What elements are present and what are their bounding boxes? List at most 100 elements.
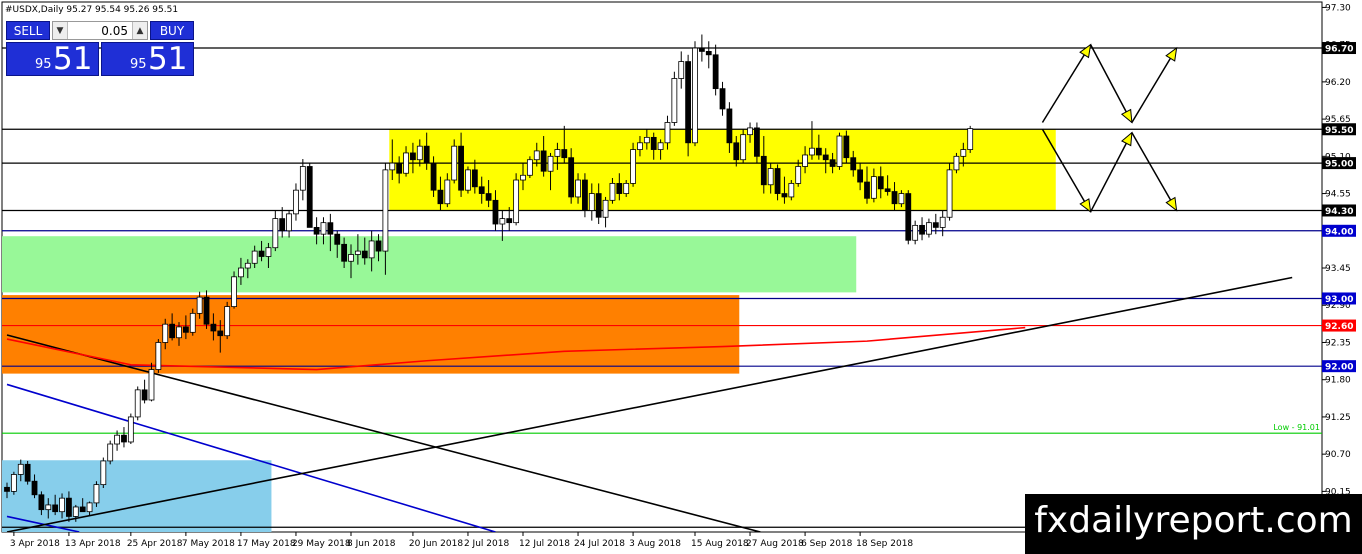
candle-body (272, 218, 279, 249)
buy-price-button[interactable]: 95 51 (101, 41, 194, 77)
x-tick-label: 3 Apr 2018 (10, 539, 60, 549)
candle-body (726, 108, 733, 144)
candle-body (31, 480, 38, 496)
y-tick-label: 94.55 (1325, 190, 1351, 200)
candle-body (121, 434, 127, 443)
candle-body (368, 240, 375, 259)
candle-body (905, 193, 912, 241)
candle-body (967, 128, 974, 150)
candle-body (540, 150, 547, 172)
candle-body (843, 135, 850, 159)
lot-size-input[interactable] (69, 22, 131, 39)
candle-body (134, 389, 141, 418)
candle-body (857, 169, 864, 183)
candle-body (561, 149, 568, 159)
buy-button[interactable]: BUY (150, 21, 194, 40)
candle-body (870, 176, 877, 199)
candle-body (169, 323, 176, 339)
candle-body (389, 162, 396, 171)
level-price-label: 94.00 (1325, 227, 1353, 237)
x-tick-label: 8 Jun 2018 (347, 539, 396, 549)
candle-body (568, 157, 575, 198)
candle-body (375, 240, 382, 252)
level-price-label: 95.00 (1325, 160, 1353, 170)
candle-body (526, 159, 533, 176)
candle-body (802, 154, 808, 167)
x-tick-label: 3 Aug 2018 (629, 539, 681, 549)
candle-body (4, 486, 10, 492)
price-chart[interactable]: 97.3096.7596.2095.6595.1094.5594.0093.45… (0, 0, 1362, 554)
candle-body (217, 330, 224, 337)
candle-body (148, 369, 155, 401)
candle-body (299, 166, 306, 191)
candle-body (554, 149, 561, 157)
candle-body (155, 342, 162, 370)
candle-body (698, 47, 705, 52)
candle-body (829, 159, 836, 167)
candle-body (114, 434, 120, 445)
candle-body (38, 494, 45, 511)
buy-price-prefix: 95 (130, 57, 147, 72)
candle-body (79, 506, 86, 513)
sell-button[interactable]: SELL (6, 21, 50, 40)
candle-body (127, 416, 134, 443)
x-tick-label: 25 Apr 2018 (127, 539, 183, 549)
candle-body (822, 154, 829, 161)
candle-body (850, 157, 857, 171)
x-tick-label: 27 Aug 2018 (746, 539, 804, 549)
candle-body (788, 183, 795, 198)
candle-body (59, 497, 65, 513)
candle-body (334, 233, 341, 245)
candle-body (774, 168, 781, 194)
candle-body (520, 174, 526, 181)
candle-body (265, 247, 272, 257)
candle-body (100, 460, 107, 486)
candle-body (176, 326, 182, 339)
candle-body (93, 484, 100, 504)
candle-body (657, 142, 664, 150)
candle-body (733, 142, 740, 161)
candle-body (485, 193, 492, 201)
candle-body (740, 134, 747, 161)
candle-body (258, 250, 265, 257)
candle-body (705, 51, 712, 56)
y-tick-label: 90.70 (1325, 450, 1351, 460)
brand-watermark: fxdailyreport.com (1025, 494, 1362, 554)
candle-body (926, 222, 932, 235)
candle-body (451, 145, 458, 181)
candle-body (953, 155, 960, 171)
y-tick-label: 97.30 (1325, 3, 1351, 13)
candle-body (396, 162, 403, 174)
candle-body (533, 150, 540, 161)
candle-body (286, 213, 292, 232)
candle-body (313, 227, 320, 235)
candle-body (939, 216, 946, 228)
candle-body (210, 323, 217, 332)
candle-body (492, 199, 499, 225)
lot-increase-icon[interactable]: ▲ (132, 22, 147, 39)
candle-body (238, 267, 244, 278)
candle-body (354, 250, 361, 255)
x-tick-label: 6 Sep 2018 (801, 539, 853, 549)
candle-body (946, 169, 953, 218)
candle-body (465, 169, 471, 191)
zone-support-mid (2, 236, 857, 293)
candle-body (244, 262, 251, 269)
candle-body (182, 326, 189, 333)
candle-body (664, 122, 671, 144)
candle-body (898, 193, 905, 205)
candle-body (884, 188, 891, 192)
level-price-label: 95.50 (1325, 126, 1353, 136)
x-tick-label: 2 Jul 2018 (464, 539, 509, 549)
sell-price-button[interactable]: 95 51 (6, 41, 99, 77)
candle-body (478, 186, 485, 194)
lot-decrease-icon[interactable]: ▼ (53, 22, 68, 39)
candle-body (430, 162, 437, 191)
candle-body (341, 243, 348, 262)
y-tick-label: 93.45 (1325, 264, 1351, 274)
level-annotation: Low - 91.01 (1273, 423, 1320, 432)
x-tick-label: 7 May 2018 (182, 539, 235, 549)
candle-body (609, 183, 616, 201)
level-price-label: 92.00 (1325, 363, 1353, 373)
candle-body (10, 474, 17, 492)
